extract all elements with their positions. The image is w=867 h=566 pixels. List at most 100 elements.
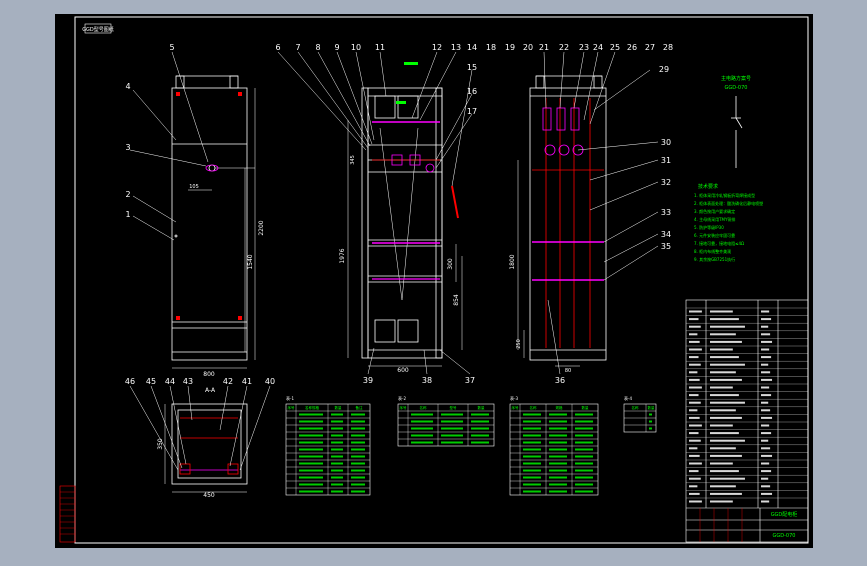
table-header: 名称规格 bbox=[305, 405, 319, 410]
callout-37: 37 bbox=[465, 376, 475, 385]
table-cell-text bbox=[523, 420, 541, 423]
parts-cell-text bbox=[710, 409, 736, 412]
parts-cell-text bbox=[689, 378, 700, 381]
table-cell-text bbox=[549, 462, 567, 465]
table-cell-text bbox=[575, 434, 593, 437]
parts-cell-text bbox=[710, 340, 742, 343]
table-cell-text bbox=[523, 441, 541, 444]
parts-cell-text bbox=[689, 477, 701, 480]
parts-cell-text bbox=[761, 348, 770, 351]
callout-14: 14 bbox=[467, 43, 477, 52]
table-cell-text bbox=[331, 434, 343, 437]
parts-cell-text bbox=[689, 386, 702, 389]
parts-cell-text bbox=[710, 378, 742, 381]
callout-28: 28 bbox=[663, 43, 673, 52]
callout-9: 9 bbox=[334, 43, 339, 52]
table-header: 备注 bbox=[356, 405, 364, 410]
parts-cell-text bbox=[761, 310, 770, 313]
table-cell-text bbox=[411, 413, 433, 416]
callout-44: 44 bbox=[165, 377, 175, 386]
table-cell-text bbox=[441, 434, 463, 437]
parts-cell-text bbox=[689, 318, 699, 321]
callout-42: 42 bbox=[223, 377, 233, 386]
table-header: 数量 bbox=[478, 405, 486, 410]
table-cell-text bbox=[351, 427, 365, 430]
tech-note-line: 5. 防护等级IP30 bbox=[694, 224, 724, 230]
table-cell-text bbox=[575, 483, 593, 486]
table-cell-text bbox=[299, 413, 323, 416]
parts-cell-text bbox=[710, 432, 739, 435]
table-cell-text bbox=[331, 490, 343, 493]
table-cell-text bbox=[649, 413, 652, 416]
schematic-title: 主电路方案号 bbox=[721, 75, 751, 82]
table-cell-text bbox=[549, 420, 567, 423]
table-cell-text bbox=[471, 427, 489, 430]
table-header: 数量 bbox=[582, 405, 590, 410]
front-sub-dim: 1540 bbox=[247, 254, 254, 269]
callout-24: 24 bbox=[593, 43, 603, 52]
table-cell-text bbox=[411, 427, 433, 430]
callout-18: 18 bbox=[486, 43, 496, 52]
parts-cell-text bbox=[710, 318, 739, 321]
callout-30: 30 bbox=[661, 138, 671, 147]
callout-8: 8 bbox=[315, 43, 320, 52]
callout-22: 22 bbox=[559, 43, 569, 52]
table-cell-text bbox=[331, 427, 343, 430]
callout-15: 15 bbox=[467, 63, 477, 72]
parts-cell-text bbox=[689, 485, 698, 488]
table-cell-text bbox=[351, 420, 365, 423]
callout-33: 33 bbox=[661, 208, 671, 217]
parts-cell-text bbox=[761, 477, 769, 480]
parts-cell-text bbox=[710, 356, 739, 359]
table-cell-text bbox=[351, 441, 365, 444]
table-cell-text bbox=[549, 413, 567, 416]
table-cell-text bbox=[549, 469, 567, 472]
parts-cell-text bbox=[761, 470, 772, 473]
table-cell-text bbox=[523, 427, 541, 430]
callout-6: 6 bbox=[275, 43, 280, 52]
callout-34: 34 bbox=[661, 230, 671, 239]
front-width-dim: 800 bbox=[203, 371, 215, 378]
table-cell-text bbox=[299, 469, 323, 472]
rear-dim-80: 80 bbox=[565, 368, 571, 374]
parts-cell-text bbox=[710, 492, 742, 495]
table-cell-text bbox=[523, 476, 541, 479]
table-header: 名称 bbox=[420, 405, 428, 410]
plan-title: A-A bbox=[205, 387, 216, 394]
table-cell-text bbox=[549, 441, 567, 444]
table-cell-text bbox=[575, 462, 593, 465]
callout-21: 21 bbox=[539, 43, 549, 52]
table-cell-text bbox=[299, 455, 323, 458]
table-cell-text bbox=[351, 462, 365, 465]
parts-cell-text bbox=[761, 462, 770, 465]
table-cell-text bbox=[575, 441, 593, 444]
tech-note-line: 4. 主母线采用TMY铜排 bbox=[694, 216, 735, 222]
parts-cell-text bbox=[761, 492, 773, 495]
tech-note-line: 8. 柜内布线整齐美观 bbox=[694, 248, 731, 254]
table-cell-text bbox=[299, 434, 323, 437]
table-cell-text bbox=[331, 483, 343, 486]
table-cell-text bbox=[351, 490, 365, 493]
callout-32: 32 bbox=[661, 178, 671, 187]
parts-cell-text bbox=[710, 386, 733, 389]
interior-height-dim: 1976 bbox=[339, 248, 346, 263]
parts-cell-text bbox=[761, 485, 771, 488]
parts-cell-text bbox=[689, 447, 698, 450]
callout-3: 3 bbox=[125, 143, 130, 152]
tech-note-line: 7. 接地可靠，接地电阻≤4Ω bbox=[694, 240, 744, 246]
table-header: 数量 bbox=[335, 405, 343, 410]
parts-cell-text bbox=[761, 454, 773, 457]
parts-cell-text bbox=[689, 333, 698, 336]
table-cell-text bbox=[351, 469, 365, 472]
table-cell-text bbox=[471, 441, 489, 444]
table-cell-text bbox=[441, 420, 463, 423]
table-cell-text bbox=[351, 476, 365, 479]
table-cell-text bbox=[331, 441, 343, 444]
table-cell-text bbox=[299, 483, 323, 486]
table-header: 数量 bbox=[648, 405, 656, 410]
table-cell-text bbox=[523, 455, 541, 458]
parts-cell-text bbox=[689, 401, 701, 404]
callout-17: 17 bbox=[467, 107, 477, 116]
table-cell-text bbox=[549, 490, 567, 493]
parts-cell-text bbox=[761, 340, 773, 343]
